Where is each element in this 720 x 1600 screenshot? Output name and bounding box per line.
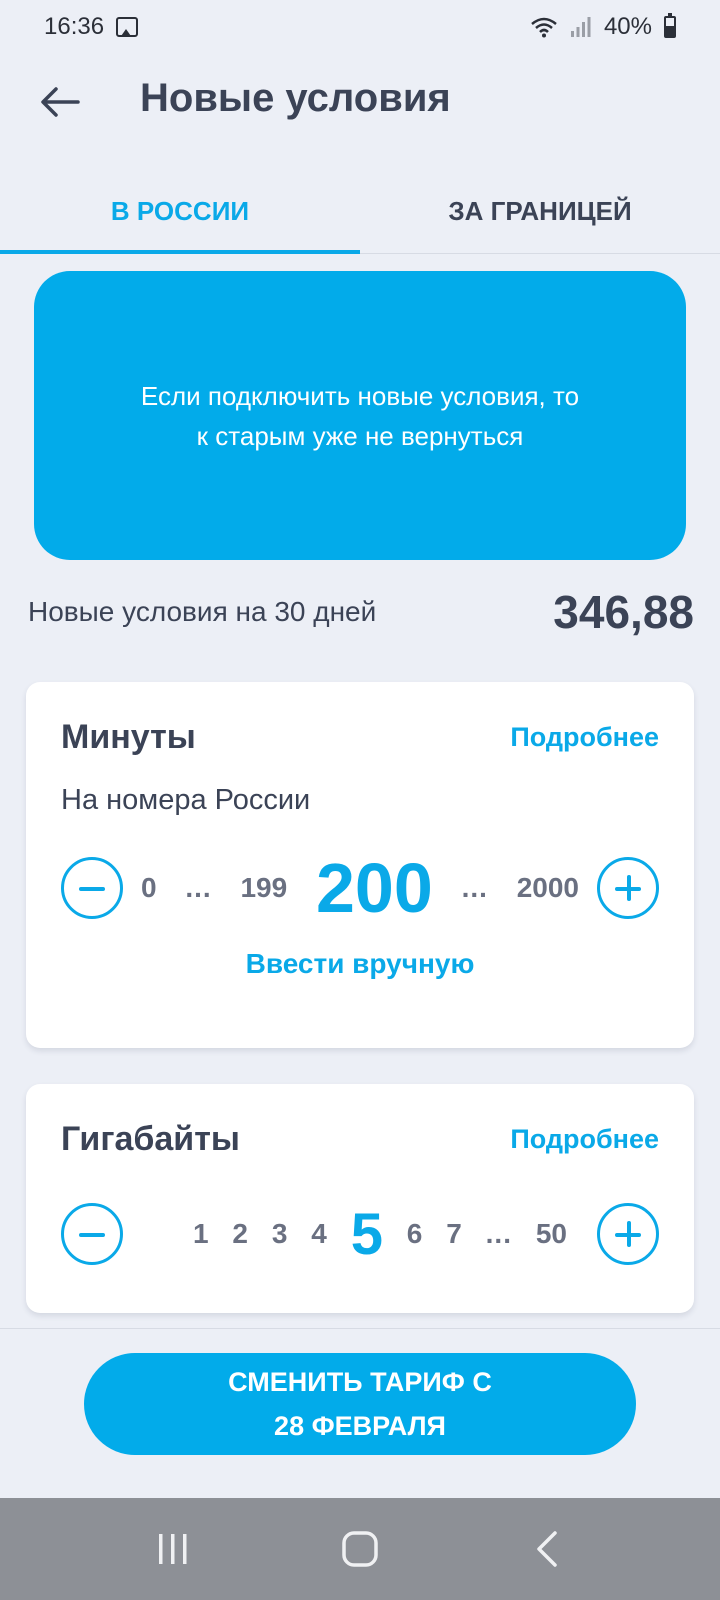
minutes-scale[interactable]: 0 ... 199 200 ... 2000 xyxy=(123,848,597,928)
minutes-subtitle: На номера России xyxy=(61,784,311,816)
page-title: Новые условия xyxy=(140,76,451,120)
status-right: 40% xyxy=(530,13,676,41)
banner-line-2: к старым уже не вернуться xyxy=(196,420,524,451)
gb-scale-max[interactable]: 50 xyxy=(536,1218,567,1250)
change-tariff-button[interactable]: СМЕНИТЬ ТАРИФ С 28 ФЕВРАЛЯ xyxy=(84,1353,636,1455)
minutes-decrease-button[interactable] xyxy=(61,857,123,919)
minutes-scale-min[interactable]: 0 xyxy=(141,872,157,904)
banner-line-1: Если подключить новые условия, то xyxy=(140,380,580,411)
minutes-scale-prev[interactable]: 199 xyxy=(240,872,287,904)
status-time: 16:36 xyxy=(44,13,105,40)
cta-line-1: СМЕНИТЬ ТАРИФ С xyxy=(228,1367,492,1397)
home-button[interactable] xyxy=(330,1519,390,1579)
minutes-scale-dots: ... xyxy=(185,872,212,903)
gigabytes-card: Гигабайты Подробнее 1 2 3 4 5 6 7 ... 50 xyxy=(26,1084,694,1313)
minutes-increase-button[interactable] xyxy=(597,857,659,919)
minutes-scale-max[interactable]: 2000 xyxy=(517,872,579,904)
status-bar: 16:36 40% xyxy=(0,0,720,54)
region-tabs: В РОССИИ ЗА ГРАНИЦЕЙ xyxy=(0,170,720,254)
gb-option-1[interactable]: 1 xyxy=(193,1218,209,1250)
status-left: 16:36 xyxy=(44,13,139,41)
system-nav-bar xyxy=(0,1498,720,1600)
recent-apps-icon xyxy=(159,1534,187,1564)
minutes-selected-value: 200 xyxy=(315,849,433,927)
price-value: 346,88 xyxy=(553,586,694,638)
tab-abroad[interactable]: ЗА ГРАНИЦЕЙ xyxy=(360,170,720,253)
gigabytes-selected-value: 5 xyxy=(350,1201,383,1267)
minutes-title: Минуты xyxy=(61,718,196,756)
back-nav-button[interactable] xyxy=(517,1519,577,1579)
gb-option-2[interactable]: 2 xyxy=(232,1218,248,1250)
manual-input-link[interactable]: Ввести вручную xyxy=(26,948,694,980)
price-label: Новые условия на 30 дней xyxy=(28,596,377,627)
cta-line-2: 28 ФЕВРАЛЯ xyxy=(274,1411,446,1441)
minutes-more-link[interactable]: Подробнее xyxy=(510,722,659,753)
home-icon xyxy=(342,1531,378,1567)
minutes-stepper: 0 ... 199 200 ... 2000 xyxy=(61,849,659,927)
gb-option-4[interactable]: 4 xyxy=(311,1218,327,1250)
app-header: Новые условия xyxy=(0,54,720,150)
back-button[interactable] xyxy=(36,80,84,124)
gigabytes-decrease-button[interactable] xyxy=(61,1203,123,1265)
plus-icon-v xyxy=(627,875,631,901)
gb-option-7[interactable]: 7 xyxy=(446,1218,462,1250)
tab-russia[interactable]: В РОССИИ xyxy=(0,170,360,254)
gigabytes-stepper: 1 2 3 4 5 6 7 ... 50 xyxy=(61,1201,659,1268)
bottom-divider xyxy=(0,1328,720,1329)
minutes-scale-dots-2: ... xyxy=(461,872,488,903)
minus-icon xyxy=(79,887,105,891)
signal-icon xyxy=(570,17,591,37)
gigabytes-scale[interactable]: 1 2 3 4 5 6 7 ... 50 xyxy=(123,1201,597,1268)
minutes-card: Минуты Подробнее На номера России 0 ... … xyxy=(26,682,694,1048)
recent-apps-button[interactable] xyxy=(143,1519,203,1579)
price-row: Новые условия на 30 дней 346,88 xyxy=(28,582,694,642)
battery-percent: 40% xyxy=(603,13,652,40)
wifi-icon xyxy=(531,17,557,38)
gigabytes-more-link[interactable]: Подробнее xyxy=(510,1124,659,1155)
gigabytes-title: Гигабайты xyxy=(61,1120,240,1158)
gb-scale-dots: ... xyxy=(485,1218,512,1249)
plus-icon-v xyxy=(627,1221,631,1247)
gigabytes-increase-button[interactable] xyxy=(597,1203,659,1265)
gb-option-3[interactable]: 3 xyxy=(272,1218,288,1250)
minus-icon xyxy=(79,1233,105,1237)
gallery-notification-icon xyxy=(116,17,139,37)
gb-option-6[interactable]: 6 xyxy=(407,1218,423,1250)
warning-banner: Если подключить новые условия, то к стар… xyxy=(34,271,686,560)
battery-icon xyxy=(664,13,676,38)
chevron-left-icon xyxy=(536,1531,557,1567)
arrow-left-icon xyxy=(41,87,80,117)
